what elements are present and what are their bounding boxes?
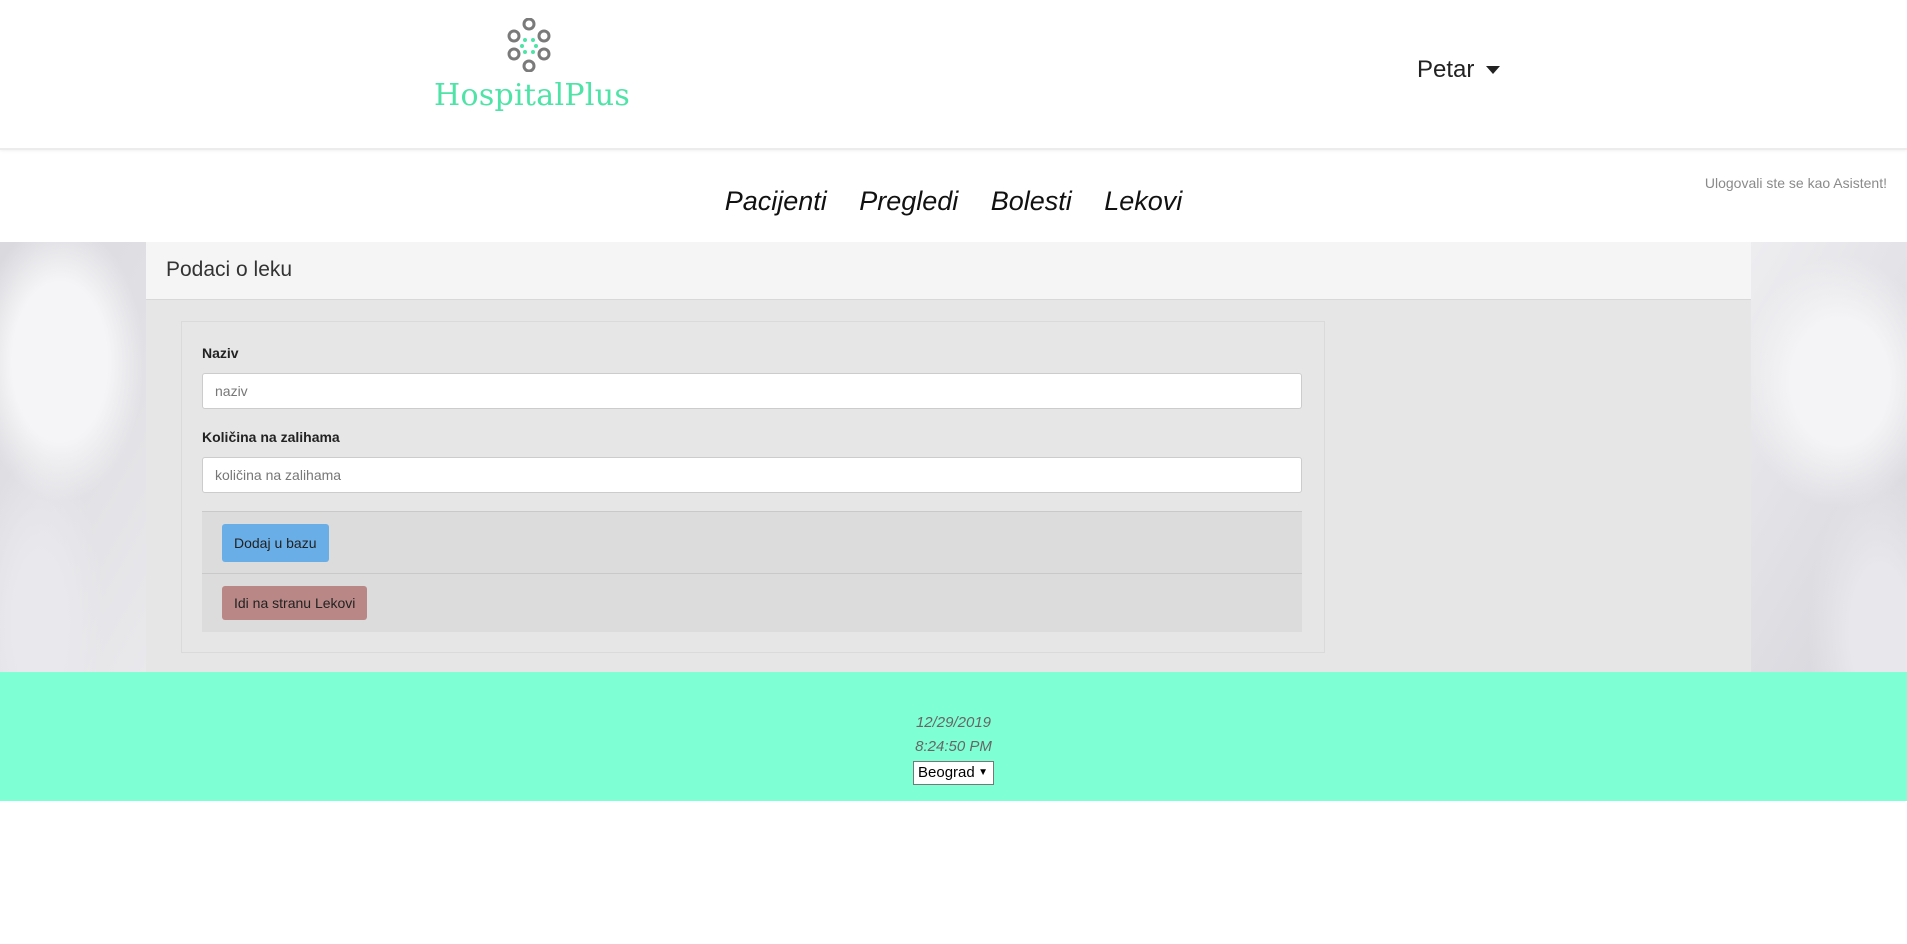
goto-button-row: Idi na stranu Lekovi xyxy=(202,573,1302,632)
nav-item-lekovi[interactable]: Lekovi xyxy=(1104,186,1182,216)
brand-logo[interactable]: HospitalPlus xyxy=(434,18,631,113)
goto-lekovi-button[interactable]: Idi na stranu Lekovi xyxy=(222,586,368,620)
logo-dots-icon xyxy=(507,18,551,72)
main-nav: Pacijenti Pregledi Bolesti Lekovi xyxy=(0,186,1907,217)
city-select-value: Beograd xyxy=(918,764,975,781)
medicine-panel: Podaci o leku Naziv Količina na zalihama… xyxy=(146,242,1751,672)
select-arrow-icon: ▼ xyxy=(978,767,988,778)
caret-down-icon xyxy=(1486,66,1501,74)
user-menu-dropdown[interactable]: Petar xyxy=(1417,56,1501,84)
footer: 12/29/2019 8:24:50 PM Beograd ▼ xyxy=(0,672,1907,801)
city-select[interactable]: Beograd ▼ xyxy=(913,761,994,785)
footer-time: 8:24:50 PM xyxy=(915,738,992,755)
brand-name: HospitalPlus xyxy=(434,78,631,113)
footer-date: 12/29/2019 xyxy=(915,714,992,731)
nav-item-pregledi[interactable]: Pregledi xyxy=(859,186,958,216)
background-band: Podaci o leku Naziv Količina na zalihama… xyxy=(0,242,1907,672)
panel-title: Podaci o leku xyxy=(146,242,1751,300)
user-name: Petar xyxy=(1417,56,1475,83)
medicine-form: Naziv Količina na zalihama Dodaj u bazu … xyxy=(181,321,1325,653)
stock-label: Količina na zalihama xyxy=(202,429,340,445)
name-input[interactable] xyxy=(202,373,1302,409)
stock-input[interactable] xyxy=(202,457,1302,493)
top-header: HospitalPlus Petar xyxy=(0,0,1907,150)
name-label: Naziv xyxy=(202,345,239,361)
add-button-row: Dodaj u bazu xyxy=(202,511,1302,573)
add-to-database-button[interactable]: Dodaj u bazu xyxy=(222,524,329,562)
nav-item-bolesti[interactable]: Bolesti xyxy=(991,186,1072,216)
nav-item-pacijenti[interactable]: Pacijenti xyxy=(725,186,827,216)
